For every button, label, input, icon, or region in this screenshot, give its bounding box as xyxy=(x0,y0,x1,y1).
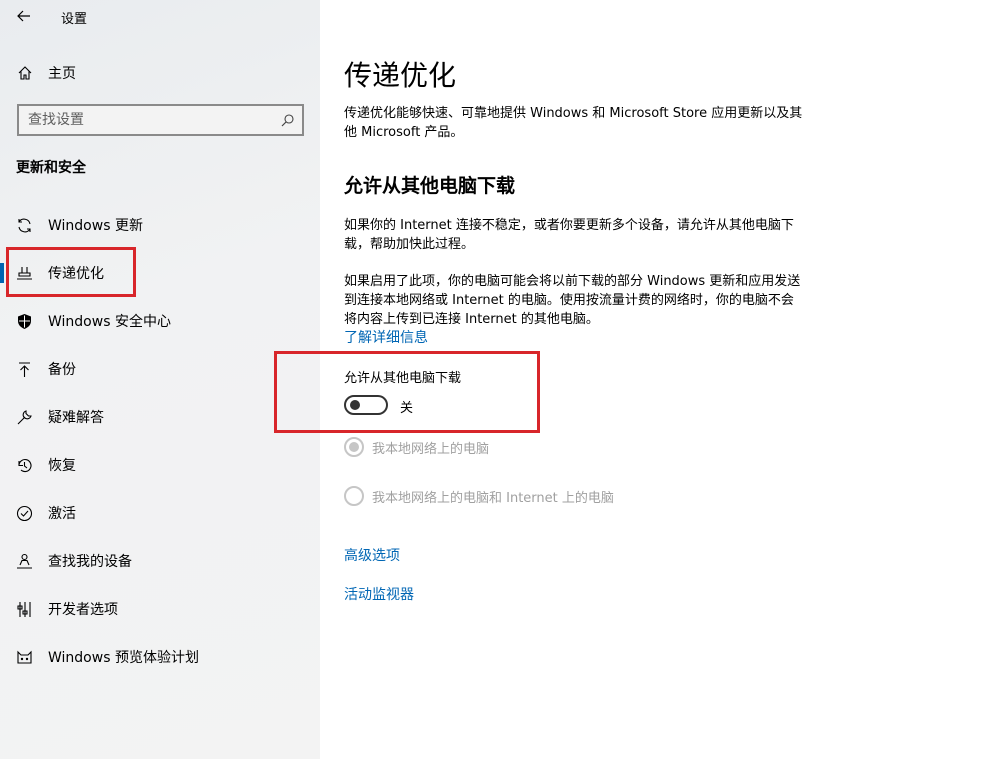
check-circle-icon xyxy=(15,504,33,522)
radio-button[interactable] xyxy=(344,486,364,506)
person-locate-icon xyxy=(15,552,33,570)
sidebar-item-label: 疑难解答 xyxy=(48,410,104,426)
back-button[interactable] xyxy=(10,4,38,28)
radio-label: 我本地网络上的电脑 xyxy=(372,441,490,457)
advanced-options-link[interactable]: 高级选项 xyxy=(344,545,400,565)
sidebar-item-label: 激活 xyxy=(48,506,76,522)
recovery-icon xyxy=(15,456,33,474)
radio-local-network[interactable]: 我本地网络上的电脑 xyxy=(344,437,489,457)
shield-icon xyxy=(15,312,33,330)
sidebar-item-developer[interactable]: 开发者选项 xyxy=(0,585,320,633)
learn-more-link[interactable]: 了解详细信息 xyxy=(344,327,428,347)
sidebar-item-label: Windows 更新 xyxy=(48,218,143,234)
sidebar-item-label: 开发者选项 xyxy=(48,602,118,618)
sidebar-item-activation[interactable]: 激活 xyxy=(0,489,320,537)
sidebar-item-label: 恢复 xyxy=(48,458,76,474)
radio-selected-dot xyxy=(349,442,359,452)
search-icon[interactable] xyxy=(280,113,294,127)
sidebar-item-label: 备份 xyxy=(48,362,76,378)
back-arrow-icon xyxy=(17,10,30,22)
sidebar-item-windows-update[interactable]: Windows 更新 xyxy=(0,201,320,249)
sidebar-item-label: 查找我的设备 xyxy=(48,554,132,570)
page-description: 传递优化能够快速、可靠地提供 Windows 和 Microsoft Store… xyxy=(344,106,803,140)
sidebar-item-label: Windows 安全中心 xyxy=(48,314,171,330)
sidebar-item-recovery[interactable]: 恢复 xyxy=(0,441,320,489)
info-paragraph-2: 如果启用了此项，你的电脑可能会将以前下载的部分 Windows 更新和应用发送到… xyxy=(344,274,801,327)
activity-monitor-link[interactable]: 活动监视器 xyxy=(344,584,414,604)
page-title: 传递优化 xyxy=(344,59,457,92)
app-title: 设置 xyxy=(61,12,88,27)
sidebar-item-find-my-device[interactable]: 查找我的设备 xyxy=(0,537,320,585)
sidebar-item-windows-insider[interactable]: Windows 预览体验计划 xyxy=(0,633,320,681)
radio-label: 我本地网络上的电脑和 Internet 上的电脑 xyxy=(372,490,614,506)
radio-local-and-internet[interactable]: 我本地网络上的电脑和 Internet 上的电脑 xyxy=(344,486,614,506)
sidebar-item-label: Windows 预览体验计划 xyxy=(48,650,199,666)
home-icon xyxy=(16,64,34,82)
search-input[interactable] xyxy=(19,112,259,128)
section-heading: 更新和安全 xyxy=(16,160,86,176)
sidebar-item-home-label: 主页 xyxy=(48,66,76,82)
radio-button[interactable] xyxy=(344,437,364,457)
sidebar-item-windows-security[interactable]: Windows 安全中心 xyxy=(0,297,320,345)
search-box xyxy=(17,104,304,136)
highlight-box-nav xyxy=(6,247,136,297)
title-bar: 设置 xyxy=(0,0,320,32)
wrench-icon xyxy=(15,408,33,426)
sidebar-item-troubleshoot[interactable]: 疑难解答 xyxy=(0,393,320,441)
main-content: 传递优化 传递优化能够快速、可靠地提供 Windows 和 Microsoft … xyxy=(274,0,984,759)
section-subheading: 允许从其他电脑下载 xyxy=(344,175,516,197)
refresh-icon xyxy=(15,216,33,234)
sidebar: 设置 主页 更新和安全 Windows 更新 xyxy=(0,0,320,759)
developer-icon xyxy=(15,600,33,618)
backup-icon xyxy=(15,360,33,378)
insider-icon xyxy=(15,648,33,666)
sidebar-item-home[interactable]: 主页 xyxy=(0,56,320,90)
highlight-box-toggle xyxy=(274,351,540,433)
info-paragraph-1: 如果你的 Internet 连接不稳定，或者你要更新多个设备，请允许从其他电脑下… xyxy=(344,218,794,252)
sidebar-item-backup[interactable]: 备份 xyxy=(0,345,320,393)
